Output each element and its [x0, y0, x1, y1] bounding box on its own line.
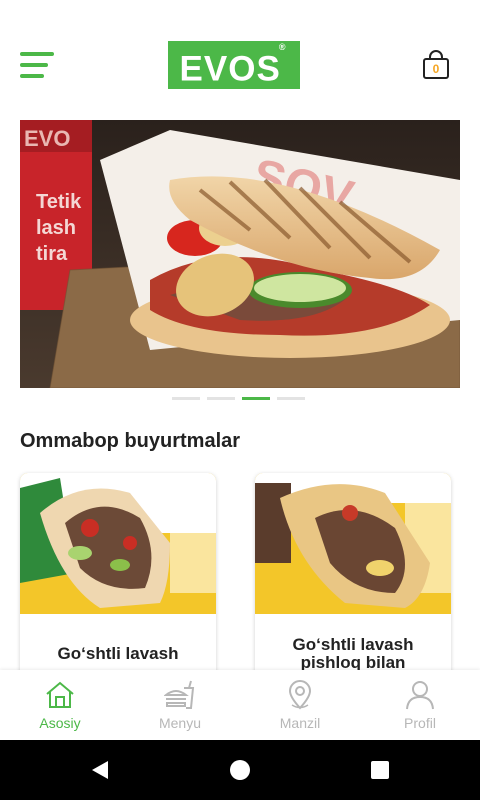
user-icon	[406, 681, 434, 710]
promo-banner[interactable]: EVO Tetik lash tira SOV	[20, 120, 460, 388]
product-card[interactable]: Go‘shtli lavash	[20, 473, 216, 693]
svg-text:EVO: EVO	[24, 126, 70, 151]
map-pin-icon	[288, 680, 312, 710]
pagination-dot[interactable]	[207, 397, 235, 400]
cart-count-badge: 0	[432, 62, 440, 76]
system-navigation-bar	[0, 740, 480, 800]
nav-item-menu[interactable]: Menyu	[120, 670, 240, 740]
svg-text:lash: lash	[36, 217, 76, 239]
banner-pagination	[172, 397, 312, 401]
pagination-dot-active[interactable]	[242, 397, 270, 400]
nav-item-home[interactable]: Asosiy	[0, 670, 120, 740]
recents-icon[interactable]	[368, 758, 392, 782]
evos-logo: EVOS®	[168, 41, 300, 89]
svg-text:tira: tira	[36, 243, 68, 265]
home-icon	[46, 681, 74, 708]
banner-food-image: EVO Tetik lash tira SOV	[20, 120, 460, 388]
nav-item-location[interactable]: Manzil	[240, 670, 360, 740]
app-header: EVOS® 0	[0, 0, 480, 120]
back-icon[interactable]	[88, 758, 112, 782]
nav-label: Manzil	[279, 715, 321, 731]
product-card[interactable]: Go‘shtli lavash pishloq bilan	[255, 473, 451, 693]
nav-label: Menyu	[158, 715, 202, 731]
popular-section-title: Ommabop buyurtmalar	[20, 430, 241, 452]
svg-text:Tetik: Tetik	[36, 191, 82, 213]
product-image	[255, 473, 451, 614]
pagination-dot[interactable]	[277, 397, 305, 400]
nav-label: Profil	[404, 715, 436, 731]
nav-label: Asosiy	[39, 715, 81, 731]
nav-item-profile[interactable]: Profil	[360, 670, 480, 740]
cart-bag-icon[interactable]: 0	[420, 50, 452, 82]
bottom-navigation: Asosiy Menyu Manzil Profil	[0, 670, 480, 740]
pagination-dot[interactable]	[172, 397, 200, 400]
menu-hamburger-icon[interactable]	[20, 52, 54, 78]
fastfood-icon	[164, 680, 195, 709]
home-circle-icon[interactable]	[228, 758, 252, 782]
product-image	[20, 473, 216, 614]
